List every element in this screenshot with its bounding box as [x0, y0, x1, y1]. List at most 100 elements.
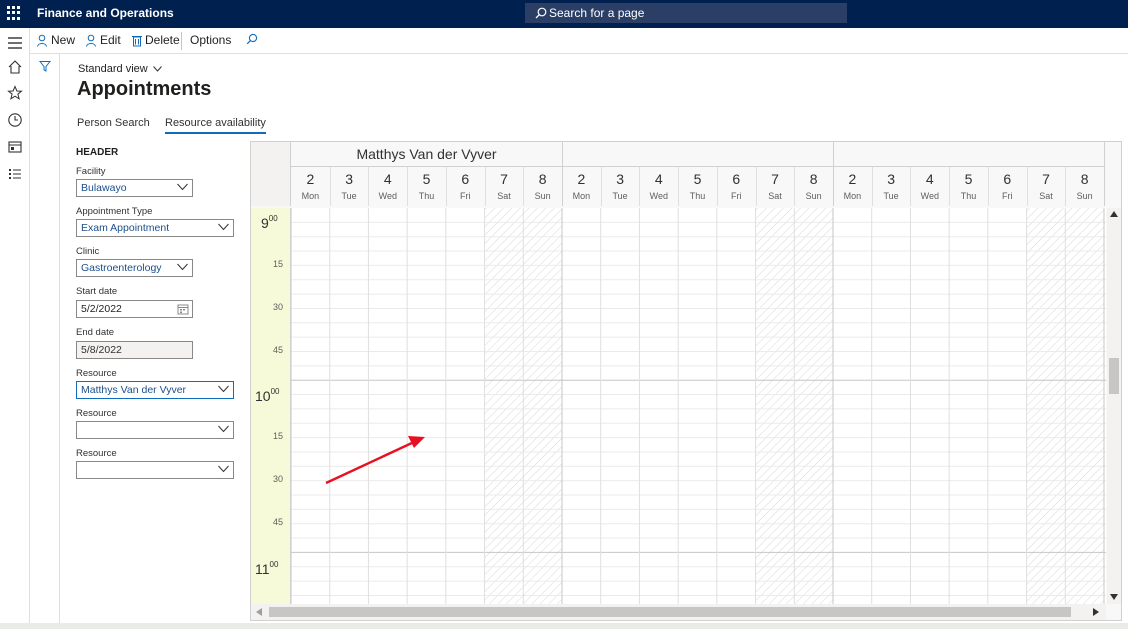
- day-number: 6: [1003, 171, 1012, 187]
- chevron-down-icon: [218, 465, 229, 473]
- day-divider: [523, 167, 525, 206]
- horizontal-scrollbar[interactable]: [251, 604, 1106, 620]
- day-divider: [368, 167, 370, 206]
- day-name: Wed: [378, 191, 397, 201]
- hamburger-menu-icon[interactable]: [7, 35, 23, 51]
- weekend-column: [1026, 208, 1066, 606]
- appointment-type-select[interactable]: Exam Appointment: [76, 219, 234, 237]
- resource-3-select[interactable]: [76, 461, 234, 479]
- header-divider: [1104, 142, 1105, 206]
- tab-person-search[interactable]: Person Search: [77, 117, 150, 129]
- app-title[interactable]: Finance and Operations: [37, 6, 174, 20]
- day-divider: [1065, 167, 1067, 206]
- start-date-field[interactable]: 5/2/2022: [76, 300, 193, 318]
- day-number: 6: [732, 171, 741, 187]
- action-pane: New Edit Delete Options: [30, 28, 1128, 54]
- day-name: Thu: [418, 191, 435, 201]
- facility-label: Facility: [76, 166, 106, 177]
- day-divider: [716, 167, 718, 206]
- resource-3-label: Resource: [76, 448, 117, 459]
- day-number: 4: [383, 171, 392, 187]
- clinic-value: Gastroenterology: [81, 262, 162, 274]
- recent-clock-icon[interactable]: [7, 112, 23, 128]
- day-number: 5: [693, 171, 702, 187]
- minute-label: 45: [273, 345, 284, 355]
- delete-button[interactable]: Delete: [131, 33, 180, 47]
- start-date-label: Start date: [76, 286, 118, 297]
- hour-label-10: 1000: [255, 387, 280, 404]
- filter-pane-column: [30, 54, 60, 629]
- delete-label: Delete: [145, 33, 180, 47]
- scroll-down-icon[interactable]: [1110, 594, 1118, 600]
- calendar-icon[interactable]: [177, 303, 189, 315]
- modules-list-icon[interactable]: [7, 166, 23, 182]
- day-number: 8: [538, 171, 547, 187]
- day-name: Mon: [301, 191, 320, 201]
- facility-select[interactable]: Bulawayo: [76, 179, 193, 197]
- options-button[interactable]: Options: [190, 33, 231, 47]
- day-number: 2: [306, 171, 315, 187]
- day-name: Sun: [805, 191, 822, 201]
- view-label: Standard view: [78, 63, 148, 75]
- day-divider: [1026, 167, 1028, 206]
- edit-button[interactable]: Edit: [85, 33, 121, 47]
- horizontal-scroll-thumb[interactable]: [269, 607, 1071, 617]
- day-name: Sat: [768, 191, 782, 201]
- day-name: Tue: [341, 191, 357, 201]
- weekend-column: [484, 208, 524, 606]
- day-name: Mon: [572, 191, 591, 201]
- vertical-scrollbar[interactable]: [1107, 208, 1121, 604]
- day-name: Sat: [497, 191, 511, 201]
- clinic-select[interactable]: Gastroenterology: [76, 259, 193, 277]
- scroll-left-icon[interactable]: [256, 608, 262, 616]
- filter-icon[interactable]: [39, 60, 51, 72]
- weekend-column: [1065, 208, 1104, 606]
- day-name: Mon: [843, 191, 862, 201]
- minute-label: 30: [273, 302, 284, 312]
- resource-2-select[interactable]: [76, 421, 234, 439]
- day-number: 6: [461, 171, 470, 187]
- day-divider: [484, 167, 486, 206]
- resource-1-select[interactable]: Matthys Van der Vyver: [76, 381, 234, 399]
- header-divider: [562, 166, 833, 167]
- grid-background: [291, 208, 1106, 606]
- workspaces-icon[interactable]: [7, 139, 23, 155]
- scroll-up-icon[interactable]: [1110, 211, 1118, 217]
- minute-label: 15: [273, 259, 284, 269]
- start-date-value: 5/2/2022: [81, 303, 122, 315]
- day-name: Wed: [649, 191, 668, 201]
- day-number: 3: [887, 171, 895, 187]
- day-number: 4: [654, 171, 663, 187]
- find-button[interactable]: [246, 33, 258, 45]
- left-navigation: [0, 28, 30, 629]
- scroll-right-icon[interactable]: [1093, 608, 1099, 616]
- page-title: Appointments: [77, 78, 212, 100]
- home-icon[interactable]: [7, 59, 23, 75]
- day-divider: [755, 167, 757, 206]
- day-divider: [871, 167, 873, 206]
- action-separator: [181, 32, 182, 50]
- resource-calendar: Matthys Van der Vyver 2 Mon 3 Tue 4 Wed 5 Thu 6 Fr…: [250, 141, 1122, 621]
- day-divider: [639, 167, 641, 206]
- header-section-label: HEADER: [76, 147, 119, 158]
- new-button[interactable]: New: [36, 33, 75, 47]
- tab-resource-availability[interactable]: Resource availability: [165, 117, 266, 134]
- search-icon: [246, 33, 258, 45]
- day-number: 4: [925, 171, 934, 187]
- weekend-column: [523, 208, 562, 606]
- app-launcher-icon[interactable]: [7, 6, 21, 20]
- day-name: Fri: [1001, 191, 1013, 201]
- page-search-box[interactable]: Search for a page: [525, 3, 847, 23]
- day-number: 2: [848, 171, 857, 187]
- time-slot-grid[interactable]: [291, 208, 1106, 606]
- vertical-scroll-thumb[interactable]: [1109, 358, 1119, 394]
- view-selector[interactable]: Standard view: [78, 63, 162, 75]
- clinic-label: Clinic: [76, 246, 100, 257]
- chevron-down-icon: [218, 385, 229, 393]
- day-name: Wed: [920, 191, 939, 201]
- favorites-star-icon[interactable]: [7, 85, 23, 101]
- day-divider: [794, 167, 796, 206]
- day-name: Fri: [459, 191, 471, 201]
- trash-icon: [132, 35, 142, 46]
- edit-label: Edit: [100, 33, 121, 47]
